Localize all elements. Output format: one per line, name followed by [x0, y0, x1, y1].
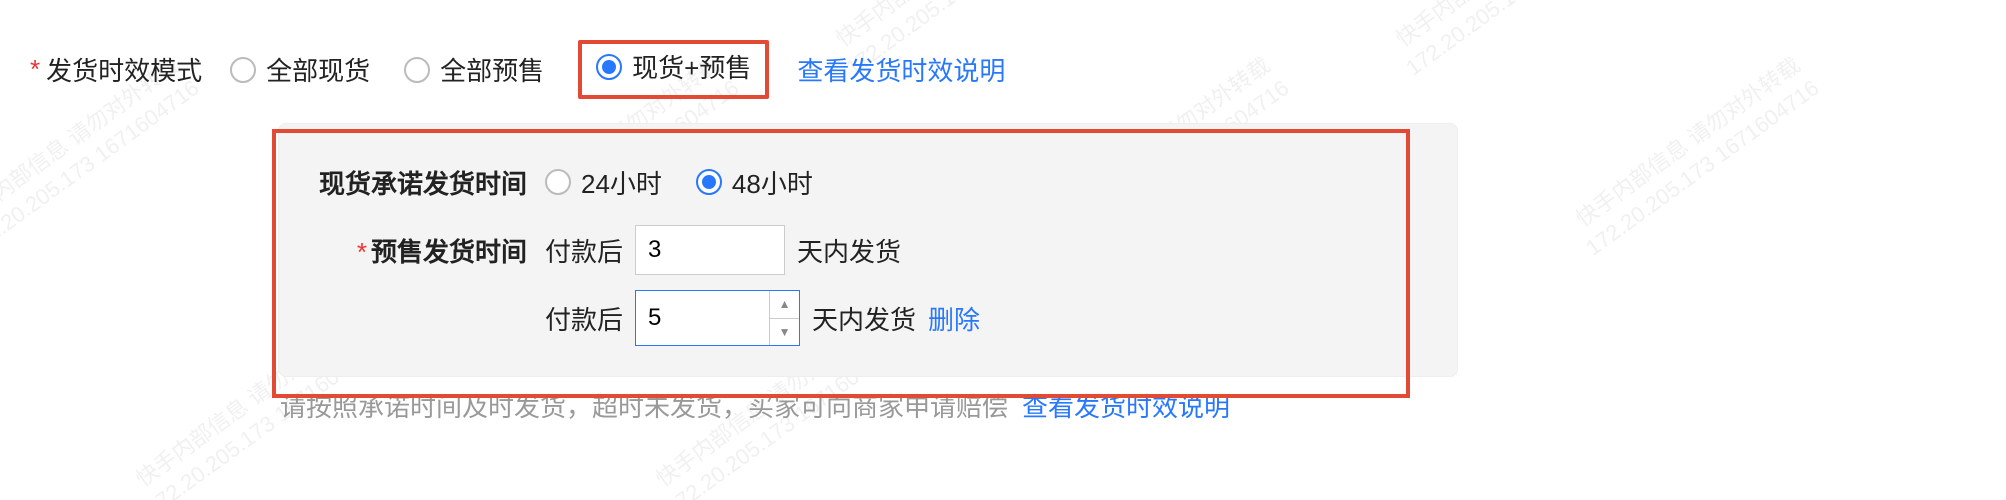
delete-presale-row-link[interactable]: 删除 — [928, 300, 980, 337]
stepper-arrows: ▲ ▼ — [769, 291, 799, 345]
instock-promise-radio-group: 24小时 48小时 — [545, 164, 813, 201]
mode-radio-all-instock[interactable]: 全部现货 — [230, 51, 370, 88]
instock-radio-48h[interactable]: 48小时 — [696, 164, 813, 201]
shipping-hint-text: 请按照承诺时间及时发货，超时未发货，买家可向商家申请赔偿 — [280, 387, 1008, 424]
radio-label: 现货+预售 — [632, 48, 751, 85]
presale-row-1: *预售发货时间 付款后 天内发货 — [307, 220, 1429, 280]
presale-field-2: 付款后 ▲ ▼ 天内发货 删除 — [545, 290, 980, 346]
presale-suffix: 天内发货 — [797, 232, 901, 269]
presale-days-stepper[interactable]: ▲ ▼ — [635, 290, 800, 346]
presale-row-2: 付款后 ▲ ▼ 天内发货 删除 — [307, 288, 1429, 348]
stepper-up-icon[interactable]: ▲ — [770, 291, 799, 319]
instock-radio-24h[interactable]: 24小时 — [545, 164, 662, 201]
mode-radio-all-presale[interactable]: 全部预售 — [404, 51, 544, 88]
shipping-settings-panel: 现货承诺发货时间 24小时 48小时 *预售发货时间 — [278, 123, 1458, 377]
radio-label: 48小时 — [732, 164, 813, 201]
presale-prefix: 付款后 — [545, 232, 623, 269]
highlight-box-panel: 现货承诺发货时间 24小时 48小时 *预售发货时间 — [278, 123, 1458, 424]
shipping-mode-label: * 发货时效模式 — [30, 51, 202, 88]
radio-dot — [404, 57, 430, 83]
presale-field-1: 付款后 天内发货 — [545, 225, 901, 275]
shipping-mode-radio-group: 全部现货 全部预售 现货+预售 — [230, 40, 769, 99]
radio-dot — [230, 57, 256, 83]
shipping-mode-row: * 发货时效模式 全部现货 全部预售 现货+预售 查看发货时效说明 — [30, 40, 1976, 99]
presale-label: *预售发货时间 — [307, 232, 527, 269]
instock-promise-label: 现货承诺发货时间 — [307, 164, 527, 201]
radio-label: 全部预售 — [440, 51, 544, 88]
presale-days-input-1[interactable] — [635, 225, 785, 275]
radio-label: 24小时 — [581, 164, 662, 201]
radio-label: 全部现货 — [266, 51, 370, 88]
instock-promise-row: 现货承诺发货时间 24小时 48小时 — [307, 152, 1429, 212]
radio-dot — [596, 54, 622, 80]
radio-dot — [696, 169, 722, 195]
required-star: * — [357, 237, 367, 267]
presale-days-input-2[interactable] — [636, 291, 769, 345]
view-shipping-policy-link-2[interactable]: 查看发货时效说明 — [1022, 387, 1230, 424]
radio-dot — [545, 169, 571, 195]
mode-label-text: 发货时效模式 — [46, 51, 202, 88]
required-star: * — [30, 54, 40, 85]
highlight-box-mixed-mode: 现货+预售 — [578, 40, 769, 99]
stepper-down-icon[interactable]: ▼ — [770, 319, 799, 346]
presale-suffix: 天内发货 — [812, 300, 916, 337]
view-shipping-policy-link[interactable]: 查看发货时效说明 — [797, 51, 1005, 88]
shipping-hint-row: 请按照承诺时间及时发货，超时未发货，买家可向商家申请赔偿 查看发货时效说明 — [280, 387, 1458, 424]
presale-prefix: 付款后 — [545, 300, 623, 337]
mode-radio-mixed[interactable]: 现货+预售 — [596, 48, 751, 85]
